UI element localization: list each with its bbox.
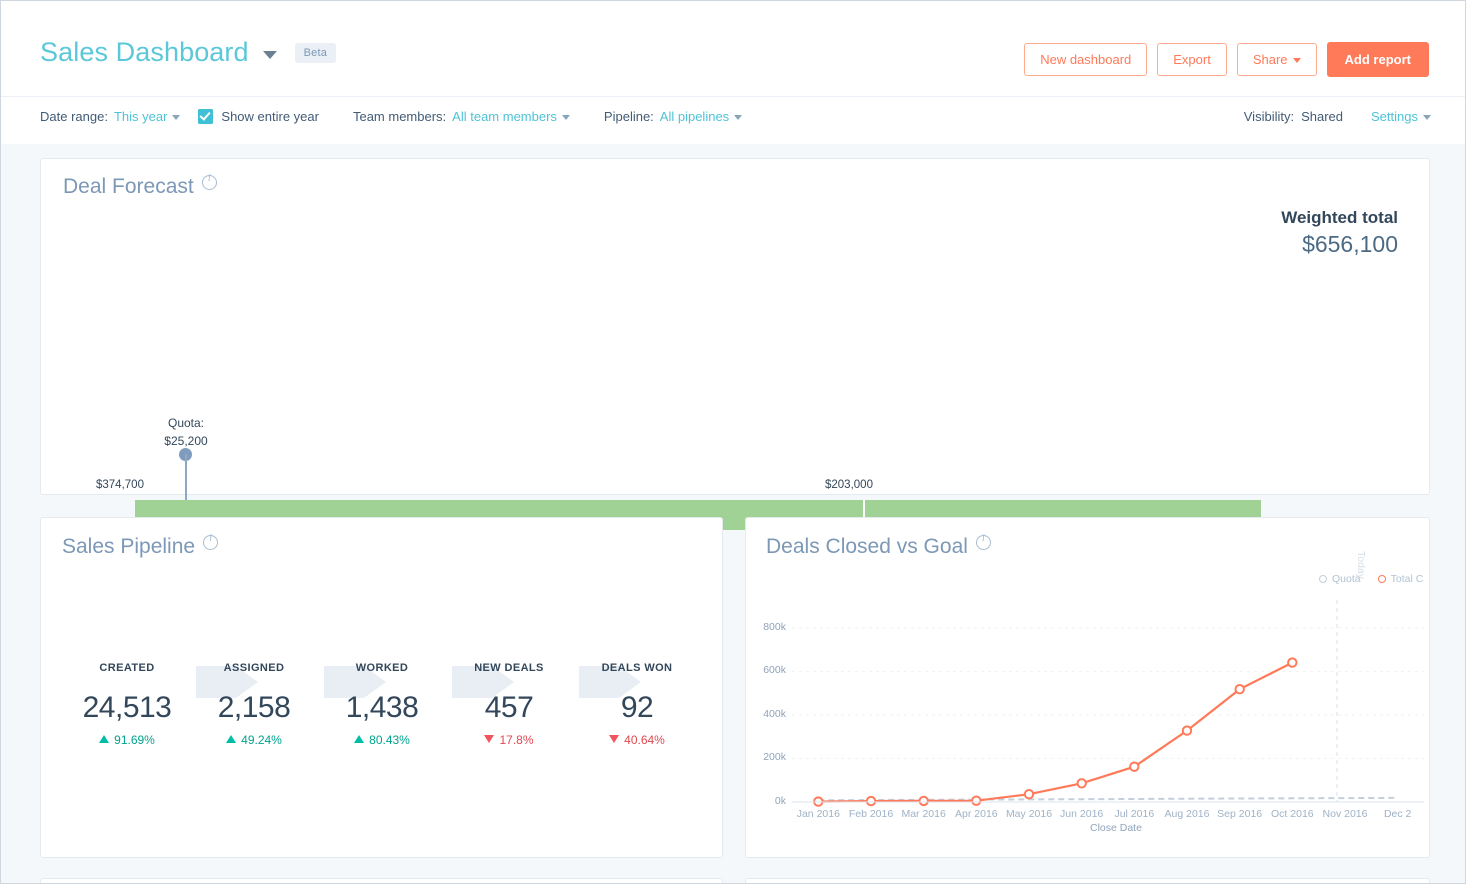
export-button[interactable]: Export [1157, 43, 1227, 76]
deals-closed-vs-goal-card: Deals Closed vs Goal Quota Total C 0k200… [745, 517, 1430, 858]
visibility-value: Shared [1301, 109, 1343, 124]
team-members-select[interactable]: All team members [452, 109, 570, 124]
funnel-stage-value: 457 [449, 691, 569, 725]
chevron-down-icon [1293, 58, 1301, 63]
dashboard-switcher-caret-icon[interactable] [263, 51, 277, 59]
sales-pipeline-card: Sales Pipeline CREATED 24,513 91.69% [40, 517, 723, 858]
share-button[interactable]: Share [1237, 43, 1317, 76]
header-actions: New dashboard Export Share Add report [1024, 42, 1429, 77]
date-range-label: Date range: [40, 109, 108, 124]
funnel-stage-new-deals[interactable]: NEW DEALS 457 17.8% [449, 662, 569, 747]
funnel-stage-deals-won[interactable]: DEALS WON 92 40.64% [577, 662, 697, 747]
bottom-right-card [745, 878, 1430, 884]
team-members-label: Team members: [353, 109, 446, 124]
funnel-stage-delta-value: 80.43% [369, 733, 410, 747]
page-header: Sales Dashboard Beta New dashboard Expor… [1, 1, 1466, 96]
line-chart-plot [746, 518, 1431, 859]
funnel-stage-delta: 80.43% [322, 733, 442, 747]
funnel-stage-delta-value: 40.64% [624, 733, 665, 747]
funnel-stage-value: 92 [577, 691, 697, 725]
dashboard-screen: Sales Dashboard Beta New dashboard Expor… [0, 0, 1466, 884]
deal-forecast-title: Deal Forecast [63, 175, 217, 199]
arrow-down-icon [484, 735, 494, 743]
segment-amount-signed: $203,000 [825, 479, 873, 491]
chevron-down-icon [172, 115, 180, 120]
visibility-label: Visibility: [1244, 109, 1294, 124]
page-title: Sales Dashboard [40, 37, 249, 68]
funnel-stage-delta: 91.69% [67, 733, 187, 747]
new-dashboard-button[interactable]: New dashboard [1024, 43, 1147, 76]
info-icon[interactable] [203, 535, 218, 550]
arrow-up-icon [99, 735, 109, 743]
beta-badge: Beta [295, 43, 336, 63]
dashboard-title-group: Sales Dashboard Beta [40, 37, 336, 68]
funnel-stage-name: WORKED [322, 662, 442, 674]
sales-pipeline-title-text: Sales Pipeline [62, 535, 195, 558]
share-button-label: Share [1253, 52, 1288, 67]
funnel-stage-name: DEALS WON [577, 662, 697, 674]
today-marker-label: Today [1355, 551, 1367, 579]
arrow-up-icon [354, 735, 364, 743]
funnel-stage-delta: 40.64% [577, 733, 697, 747]
chevron-down-icon [562, 115, 570, 120]
pipeline-select[interactable]: All pipelines [660, 109, 742, 124]
arrow-up-icon [226, 735, 236, 743]
funnel-stage-value: 2,158 [194, 691, 314, 725]
funnel-stage-value: 24,513 [67, 691, 187, 725]
pipeline-value: All pipelines [660, 109, 729, 124]
add-report-button[interactable]: Add report [1327, 42, 1429, 77]
team-members-value: All team members [452, 109, 557, 124]
funnel-stage-assigned[interactable]: ASSIGNED 2,158 49.24% [194, 662, 314, 747]
filters-left-group: Date range: This year Show entire year T… [40, 109, 742, 124]
bottom-left-card [40, 878, 723, 884]
filter-bar: Date range: This year Show entire year T… [1, 96, 1466, 144]
funnel-stage-delta-value: 49.24% [241, 733, 282, 747]
deal-forecast-title-text: Deal Forecast [63, 175, 194, 198]
filters-right-group: Visibility: Shared Settings [1244, 109, 1431, 124]
sales-pipeline-title: Sales Pipeline [62, 535, 218, 559]
info-icon[interactable] [202, 175, 217, 190]
show-entire-year-checkbox[interactable] [198, 109, 213, 124]
segment-amount-paid: $374,700 [96, 479, 144, 491]
arrow-down-icon [609, 735, 619, 743]
chevron-down-icon [1423, 115, 1431, 120]
funnel-stage-delta: 49.24% [194, 733, 314, 747]
funnel-stage-delta: 17.8% [449, 733, 569, 747]
settings-label: Settings [1371, 109, 1418, 124]
date-range-value: This year [114, 109, 167, 124]
funnel-stage-delta-value: 17.8% [499, 733, 533, 747]
quota-label: Quota: [146, 414, 226, 432]
funnel-stage-created[interactable]: CREATED 24,513 91.69% [67, 662, 187, 747]
date-range-select[interactable]: This year [114, 109, 180, 124]
settings-menu[interactable]: Settings [1371, 109, 1431, 124]
quota-caption: Quota: $25,200 [146, 414, 226, 450]
funnel-stage-delta-value: 91.69% [114, 733, 155, 747]
weighted-total-label: Weighted total [1281, 208, 1398, 228]
funnel-stage-value: 1,438 [322, 691, 442, 725]
funnel-stage-worked[interactable]: WORKED 1,438 80.43% [322, 662, 442, 747]
chevron-down-icon [734, 115, 742, 120]
x-axis-label: Close Date [1090, 822, 1142, 834]
funnel-stage-name: ASSIGNED [194, 662, 314, 674]
show-entire-year-label: Show entire year [221, 109, 319, 124]
deal-forecast-card: Deal Forecast Weighted total $656,100 Qu… [40, 158, 1430, 495]
weighted-total-value: $656,100 [1281, 231, 1398, 258]
funnel-stage-name: NEW DEALS [449, 662, 569, 674]
pipeline-funnel: CREATED 24,513 91.69% ASSIGNED 2,158 49.… [41, 650, 724, 770]
weighted-total-block: Weighted total $656,100 [1281, 208, 1398, 258]
funnel-stage-name: CREATED [67, 662, 187, 674]
pipeline-label: Pipeline: [604, 109, 654, 124]
